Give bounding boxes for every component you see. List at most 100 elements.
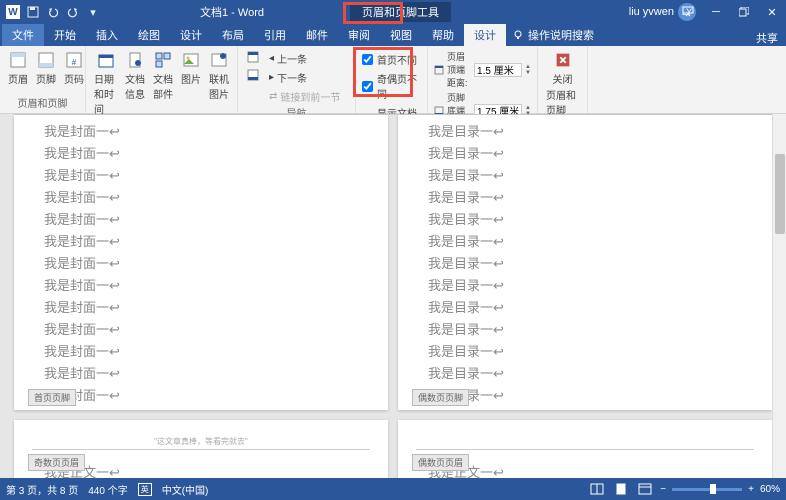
tab-review[interactable]: 审阅 <box>338 24 380 46</box>
docparts-button[interactable]: 文档部件 <box>151 48 175 103</box>
qat-dropdown-icon[interactable]: ▾ <box>86 5 100 19</box>
ribbon-tabs: 文件 开始 插入 绘图 设计 布局 引用 邮件 审阅 视图 帮助 设计 操作说明… <box>0 24 786 46</box>
doc-line: 我是目录一↩ <box>428 275 742 294</box>
user-name: liu yvwen <box>629 6 674 18</box>
odd-even-diff-checkbox[interactable]: 奇偶页不同 <box>362 70 421 102</box>
tab-design[interactable]: 设计 <box>170 24 212 46</box>
calendar-icon <box>96 50 116 70</box>
goto-footer-icon <box>246 68 260 82</box>
picture-icon <box>181 50 201 70</box>
zoom-level[interactable]: 60% <box>760 484 780 495</box>
close-hf-icon <box>553 50 573 70</box>
pagenum-button[interactable]: #页码 <box>62 48 86 88</box>
doc-line: 我是封面一↩ <box>44 363 358 382</box>
online-picture-button[interactable]: 联机图片 <box>207 48 231 103</box>
word-count[interactable]: 440 个字 <box>88 482 127 497</box>
docinfo-button[interactable]: 文档信息 <box>123 48 147 103</box>
tab-view[interactable]: 视图 <box>380 24 422 46</box>
page-count[interactable]: 第 3 页，共 8 页 <box>6 482 78 497</box>
page-1[interactable]: 我是封面一↩ 我是封面一↩ 我是封面一↩ 我是封面一↩ 我是封面一↩ 我是封面一… <box>14 115 388 410</box>
header-icon <box>8 50 28 70</box>
doc-line: 我是目录一↩ <box>428 341 742 360</box>
doc-line: 我是目录一↩ <box>428 143 742 162</box>
prev-button[interactable]: ◂上一条 <box>266 50 343 67</box>
scrollbar-thumb[interactable] <box>775 154 785 234</box>
doc-line: 我是封面一↩ <box>44 275 358 294</box>
doc-line: 我是目录一↩ <box>428 165 742 184</box>
tell-me-search[interactable]: 操作说明搜索 <box>506 24 600 46</box>
picture-button[interactable]: 图片 <box>179 48 203 88</box>
tab-help[interactable]: 帮助 <box>422 24 464 46</box>
page-2[interactable]: 我是目录一↩ 我是目录一↩ 我是目录一↩ 我是目录一↩ 我是目录一↩ 我是目录一… <box>398 115 772 410</box>
document-title: 文档1 - Word <box>200 4 264 20</box>
doc-line: 我是目录一↩ <box>428 121 742 140</box>
close-hf-button[interactable]: 关闭页眉和页脚 <box>544 48 581 119</box>
goto-header-button[interactable] <box>244 48 262 66</box>
doc-line: 我是封面一↩ <box>44 253 358 272</box>
spellcheck-icon[interactable]: 英 <box>138 483 152 496</box>
undo-icon[interactable] <box>46 5 60 19</box>
header-distance-spinner[interactable]: 页眉顶端距离:▲▼ <box>434 50 531 89</box>
tab-file[interactable]: 文件 <box>2 24 44 46</box>
header-footer-tag: 奇数页页眉 <box>28 454 85 471</box>
next-button[interactable]: ▸下一条 <box>266 69 343 86</box>
footer-button[interactable]: 页脚 <box>34 48 58 88</box>
page-header[interactable]: "这文章真棒，等看完就去" <box>32 420 370 450</box>
read-mode-icon[interactable] <box>588 481 606 497</box>
print-layout-icon[interactable] <box>612 481 630 497</box>
datetime-button[interactable]: 日期和时间 <box>92 48 119 118</box>
close-icon[interactable]: ✕ <box>758 0 786 24</box>
doc-line: 我是目录一↩ <box>428 231 742 250</box>
ribbon-options-icon[interactable] <box>674 0 702 24</box>
zoom-in-icon[interactable]: + <box>748 484 754 495</box>
online-picture-icon <box>209 50 229 70</box>
footer-icon <box>36 50 56 70</box>
pagenum-icon: # <box>64 50 84 70</box>
header-footer-tag: 首页页脚 <box>28 389 76 406</box>
doc-line: 我是目录一↩ <box>428 319 742 338</box>
language[interactable]: 中文(中国) <box>162 482 209 497</box>
docinfo-icon <box>125 50 145 70</box>
tab-layout[interactable]: 布局 <box>212 24 254 46</box>
spinner-arrows[interactable]: ▲▼ <box>525 64 531 76</box>
doc-line: 我是目录一↩ <box>428 297 742 316</box>
prev-icon: ◂ <box>269 53 274 64</box>
search-placeholder: 操作说明搜索 <box>528 27 594 43</box>
link-prev-button[interactable]: ⇄链接到前一节 <box>266 88 343 105</box>
doc-line: 我是目录一↩ <box>428 363 742 382</box>
page-3[interactable]: "这文章真棒，等看完就去" 奇数页页眉 我是正文一↩ <box>14 420 388 478</box>
restore-icon[interactable] <box>730 0 758 24</box>
doc-line: 我是目录一↩ <box>428 187 742 206</box>
tab-home[interactable]: 开始 <box>44 24 86 46</box>
next-icon: ▸ <box>269 72 274 83</box>
doc-line: 我是封面一↩ <box>44 143 358 162</box>
slider-knob[interactable] <box>710 484 716 494</box>
tab-references[interactable]: 引用 <box>254 24 296 46</box>
doc-line: 我是目录一↩ <box>428 209 742 228</box>
header-dist-input[interactable] <box>474 63 522 77</box>
minimize-icon[interactable]: ─ <box>702 0 730 24</box>
doc-line: 我是封面一↩ <box>44 385 358 404</box>
redo-icon[interactable] <box>66 5 80 19</box>
web-layout-icon[interactable] <box>636 481 654 497</box>
save-icon[interactable] <box>26 5 40 19</box>
doc-line: 我是封面一↩ <box>44 231 358 250</box>
header-dist-icon <box>434 65 444 75</box>
share-button[interactable]: 共享 <box>756 30 778 46</box>
doc-line: 我是封面一↩ <box>44 121 358 140</box>
tab-hf-design[interactable]: 设计 <box>464 24 506 46</box>
zoom-slider[interactable] <box>672 488 742 491</box>
zoom-out-icon[interactable]: − <box>660 484 666 495</box>
page-4[interactable]: 偶数页页眉 我是正文一↩ <box>398 420 772 478</box>
page-header[interactable] <box>416 420 754 450</box>
vertical-scrollbar[interactable] <box>772 114 786 478</box>
tab-mailings[interactable]: 邮件 <box>296 24 338 46</box>
tool-title: 页眉和页脚工具 <box>350 2 451 22</box>
header-button[interactable]: 页眉 <box>6 48 30 88</box>
doc-line: 我是封面一↩ <box>44 341 358 360</box>
tab-draw[interactable]: 绘图 <box>128 24 170 46</box>
first-page-diff-checkbox[interactable]: 首页不同 <box>362 51 417 68</box>
goto-footer-button[interactable] <box>244 66 262 84</box>
tab-insert[interactable]: 插入 <box>86 24 128 46</box>
doc-line: 我是封面一↩ <box>44 297 358 316</box>
